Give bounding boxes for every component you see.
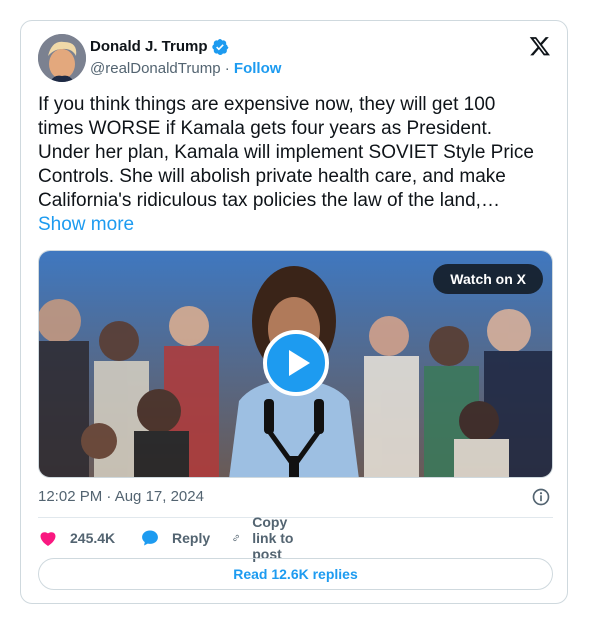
like-button[interactable]: 245.4K <box>38 526 115 550</box>
author-name[interactable]: Donald J. Trump <box>90 38 208 55</box>
read-replies-button[interactable]: Read 12.6K replies <box>38 558 553 590</box>
tweet-text: If you think things are expensive now, t… <box>38 93 538 237</box>
separator: · <box>224 60 230 77</box>
show-more-link[interactable]: Show more <box>38 214 134 235</box>
tweet-body: If you think things are expensive now, t… <box>38 94 534 211</box>
reply-label: Reply <box>172 530 211 546</box>
like-count: 245.4K <box>70 530 116 546</box>
timestamp[interactable]: 12:02 PM · Aug 17, 2024 <box>38 488 204 505</box>
reply-button[interactable]: Reply <box>140 526 210 550</box>
info-icon[interactable] <box>531 487 551 507</box>
verified-badge-icon <box>212 38 229 56</box>
follow-button[interactable]: Follow <box>234 60 282 77</box>
video-player[interactable]: Watch on X <box>38 250 553 478</box>
watch-on-x-button[interactable]: Watch on X <box>433 264 543 294</box>
link-icon <box>233 534 239 542</box>
reply-bubble-icon <box>142 530 158 546</box>
author-handle-row: @realDonaldTrump · Follow <box>90 60 281 77</box>
avatar[interactable] <box>38 34 86 82</box>
play-icon[interactable] <box>263 330 329 396</box>
x-logo-icon[interactable] <box>529 35 551 57</box>
author-handle[interactable]: @realDonaldTrump <box>90 60 221 77</box>
tweet-card: Donald J. Trump @realDonaldTrump · Follo… <box>20 20 568 604</box>
copy-link-button[interactable]: Copy link to post <box>232 514 299 562</box>
heart-icon <box>40 532 56 546</box>
copy-link-label: Copy link to post <box>252 514 294 562</box>
